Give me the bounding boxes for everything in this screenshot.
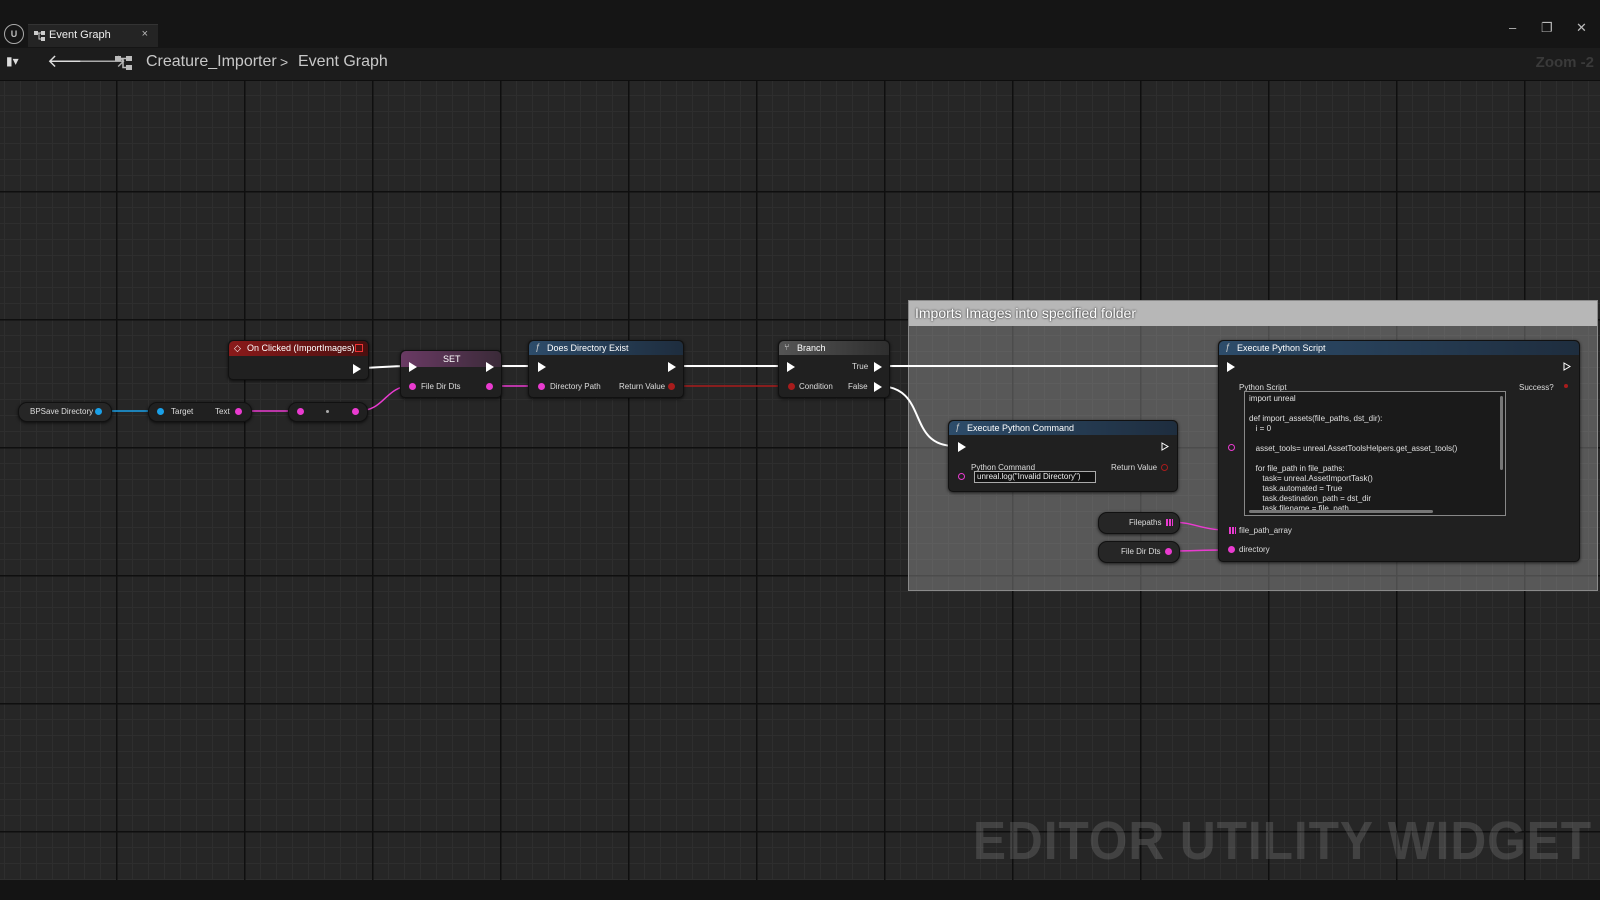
file-path-array-pin[interactable]	[1229, 527, 1236, 534]
filepaths-variable-node[interactable]: Filepaths	[1098, 512, 1180, 534]
branch-true-pin[interactable]	[874, 362, 882, 372]
success-pin[interactable]	[1564, 384, 1568, 388]
return-value-label: Return Value	[1111, 463, 1158, 472]
eps-exec-out-pin[interactable]	[1563, 362, 1571, 371]
file-dir-dts-variable-node[interactable]: File Dir Dts	[1098, 541, 1180, 563]
branch-false-label: False	[848, 382, 868, 391]
branch-node[interactable]: ⑂ Branch True Condition False	[778, 340, 890, 398]
horizontal-scrollbar[interactable]	[1249, 510, 1433, 513]
set-variable-node[interactable]: SET File Dir Dts	[400, 350, 502, 398]
branch-false-pin[interactable]	[874, 382, 882, 392]
conv-in-pin[interactable]	[297, 408, 304, 415]
filepaths-label: Filepaths	[1129, 518, 1162, 527]
dde-exec-out-pin[interactable]	[668, 362, 676, 372]
python-command-input[interactable]: unreal.log("Invalid Directory")	[974, 471, 1096, 483]
epc-exec-in-pin[interactable]	[958, 442, 966, 452]
text-out-pin[interactable]	[235, 408, 242, 415]
set-title: SET	[443, 354, 461, 364]
success-label: Success?	[1519, 383, 1554, 392]
function-title: Execute Python Script	[1237, 343, 1326, 353]
function-icon: ƒ	[1225, 342, 1231, 352]
editor-utility-widget-watermark: EDITOR UTILITY WIDGET	[972, 811, 1592, 871]
get-text-node[interactable]: Target Text	[148, 402, 252, 422]
dde-exec-in-pin[interactable]	[538, 362, 546, 372]
filepaths-out-pin[interactable]	[1166, 519, 1173, 526]
branch-true-label: True	[852, 362, 869, 371]
branch-title: Branch	[797, 343, 826, 353]
file-dir-dts-out-pin[interactable]	[1165, 548, 1172, 555]
file-dir-dts-label: File Dir Dts	[1121, 547, 1161, 556]
return-value-pin[interactable]	[1161, 464, 1168, 471]
python-script-pin[interactable]	[1228, 444, 1235, 451]
file-path-array-label: file_path_array	[1239, 526, 1292, 535]
python-command-pin[interactable]	[958, 473, 965, 480]
branch-exec-in-pin[interactable]	[787, 362, 795, 372]
directory-pin[interactable]	[1228, 546, 1235, 553]
event-delegate-pin[interactable]	[355, 344, 363, 352]
conv-out-pin[interactable]	[352, 408, 359, 415]
directory-path-label: Directory Path	[550, 382, 601, 391]
epc-exec-out-pin[interactable]	[1161, 442, 1169, 451]
condition-label: Condition	[799, 382, 833, 391]
set-exec-out-pin[interactable]	[486, 362, 494, 372]
directory-label: directory	[1239, 545, 1270, 554]
function-title: Does Directory Exist	[547, 343, 629, 353]
status-bar	[0, 880, 1600, 900]
python-script-text: import unreal def import_assets(file_pat…	[1249, 394, 1458, 513]
branch-icon: ⑂	[784, 342, 790, 352]
eps-exec-in-pin[interactable]	[1227, 362, 1235, 372]
set-exec-in-pin[interactable]	[409, 362, 417, 372]
text-to-string-node[interactable]	[288, 402, 368, 422]
does-directory-exist-node[interactable]: ƒ Does Directory Exist Directory Path Re…	[528, 340, 684, 398]
return-value-pin[interactable]	[668, 383, 675, 390]
event-diamond-icon: ◇	[234, 343, 241, 353]
branch-header	[779, 341, 889, 355]
return-value-label: Return Value	[619, 382, 666, 391]
text-pin-label: Text	[215, 407, 230, 416]
bp-save-directory-label: BPSave Directory	[30, 407, 94, 416]
exec-out-pin[interactable]	[353, 364, 361, 374]
set-value-out-pin[interactable]	[486, 383, 493, 390]
function-title: Execute Python Command	[967, 423, 1075, 433]
vertical-scrollbar[interactable]	[1500, 396, 1503, 470]
event-title: On Clicked (ImportImages)	[247, 343, 355, 353]
bp-save-directory-node[interactable]: BPSave Directory	[18, 402, 112, 422]
conv-dot	[326, 410, 329, 413]
target-pin[interactable]	[157, 408, 164, 415]
directory-path-pin[interactable]	[538, 383, 545, 390]
function-icon: ƒ	[535, 342, 541, 352]
python-script-editor[interactable]: import unreal def import_assets(file_pat…	[1244, 391, 1506, 516]
on-clicked-event-node[interactable]: ◇ On Clicked (ImportImages)	[228, 340, 369, 380]
set-pin-label: File Dir Dts	[421, 382, 461, 391]
function-icon: ƒ	[955, 422, 961, 432]
set-value-in-pin[interactable]	[409, 383, 416, 390]
object-out-pin[interactable]	[95, 408, 102, 415]
condition-pin[interactable]	[788, 383, 795, 390]
target-pin-label: Target	[171, 407, 194, 416]
